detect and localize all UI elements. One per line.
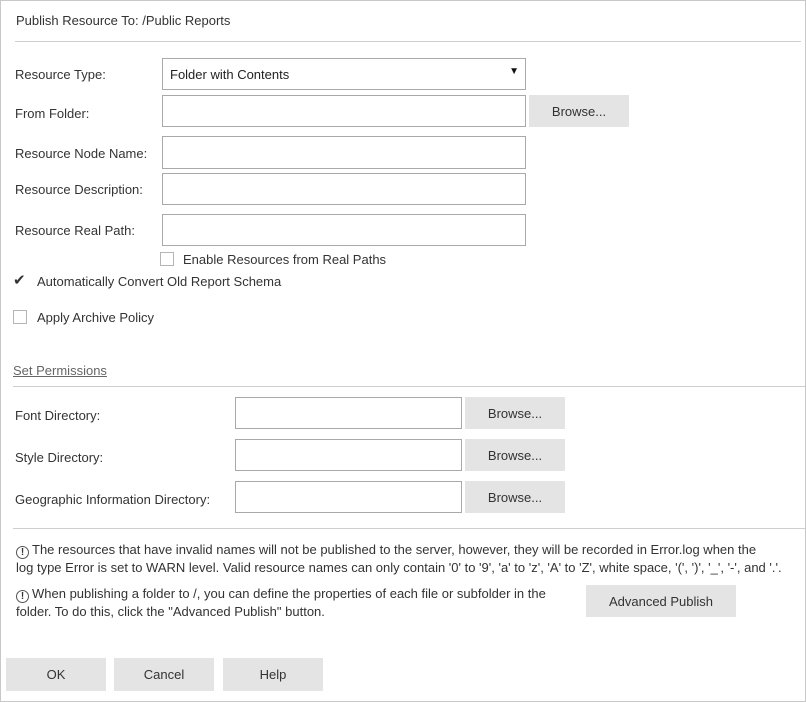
resource-real-path-input[interactable]	[162, 214, 526, 246]
exclamation-circle-icon: !	[16, 590, 29, 603]
font-directory-input[interactable]	[235, 397, 462, 429]
from-folder-browse-button[interactable]: Browse...	[529, 95, 629, 127]
dialog-title: Publish Resource To: /Public Reports	[16, 13, 230, 28]
publish-line2: folder. To do this, click the "Advanced …	[16, 604, 325, 619]
title-prefix: Publish Resource To:	[16, 13, 139, 28]
geo-directory-browse-button[interactable]: Browse...	[465, 481, 565, 513]
invalid-names-line1: The resources that have invalid names wi…	[32, 542, 757, 557]
archive-policy-label: Apply Archive Policy	[37, 310, 155, 325]
geo-directory-label: Geographic Information Directory:	[15, 492, 211, 507]
invalid-names-note: ! The resources that have invalid names w…	[16, 541, 801, 577]
resource-node-name-label: Resource Node Name:	[15, 146, 148, 161]
style-directory-browse-button[interactable]: Browse...	[465, 439, 565, 471]
publish-line1: When publishing a folder to /, you can d…	[32, 586, 546, 601]
publish-resource-dialog: Publish Resource To: /Public Reports Res…	[0, 0, 806, 702]
advanced-publish-note: ! When publishing a folder to /, you can …	[16, 585, 586, 621]
checkmark-icon: ✔	[13, 272, 26, 289]
style-directory-input[interactable]	[235, 439, 462, 471]
title-path: /Public Reports	[142, 13, 231, 28]
resource-description-label: Resource Description:	[15, 182, 143, 197]
from-folder-input[interactable]	[162, 95, 526, 127]
resource-type-select[interactable]: Folder with Contents ▼	[162, 58, 526, 90]
style-directory-label: Style Directory:	[15, 450, 104, 465]
geo-directory-input[interactable]	[235, 481, 462, 513]
resource-node-name-input[interactable]	[162, 136, 526, 169]
font-directory-browse-button[interactable]: Browse...	[465, 397, 565, 429]
notes-divider	[13, 528, 805, 529]
title-divider	[15, 41, 801, 42]
resource-type-value: Folder with Contents	[170, 67, 290, 82]
archive-policy-checkbox[interactable]	[13, 310, 27, 324]
auto-convert-label: Automatically Convert Old Report Schema	[37, 274, 282, 289]
resource-real-path-label: Resource Real Path:	[15, 223, 135, 238]
auto-convert-checkbox[interactable]: ✔	[13, 272, 27, 289]
set-permissions-link[interactable]: Set Permissions	[13, 363, 107, 378]
enable-real-paths-checkbox[interactable]	[160, 252, 174, 266]
resource-type-label: Resource Type:	[15, 67, 106, 82]
dropdown-arrow-icon: ▼	[509, 66, 519, 77]
permissions-divider	[13, 386, 805, 387]
resource-description-input[interactable]	[162, 173, 526, 205]
exclamation-circle-icon: !	[16, 546, 29, 559]
cancel-button[interactable]: Cancel	[114, 658, 214, 691]
font-directory-label: Font Directory:	[15, 408, 101, 423]
ok-button[interactable]: OK	[6, 658, 106, 691]
enable-real-paths-label: Enable Resources from Real Paths	[183, 252, 387, 267]
from-folder-label: From Folder:	[15, 106, 90, 121]
invalid-names-line2: log type Error is set to WARN level. Val…	[16, 560, 782, 575]
advanced-publish-button[interactable]: Advanced Publish	[586, 585, 736, 617]
help-button[interactable]: Help	[223, 658, 323, 691]
